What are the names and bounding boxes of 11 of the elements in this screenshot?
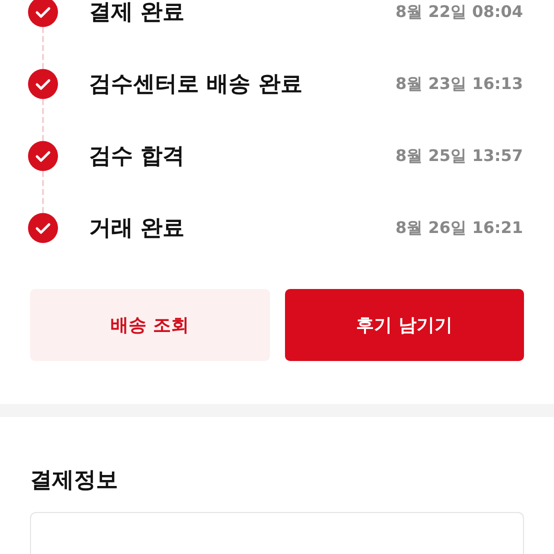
step-date: 8월 26일 16:21 [396,218,523,238]
step-date: 8월 25일 13:57 [396,146,523,166]
section-title: 결제정보 [30,467,119,495]
step-date: 8월 22일 08:04 [396,2,523,22]
step-date: 8월 23일 16:13 [396,74,523,94]
step-label: 결제 완료 [89,0,186,27]
tracking-button[interactable]: 배송 조회 [30,289,270,361]
step-label: 검수 합격 [89,143,186,171]
review-button[interactable]: 후기 남기기 [284,289,524,361]
step-label: 거래 완료 [89,215,186,243]
step-label: 검수센터로 배송 완료 [89,71,304,99]
